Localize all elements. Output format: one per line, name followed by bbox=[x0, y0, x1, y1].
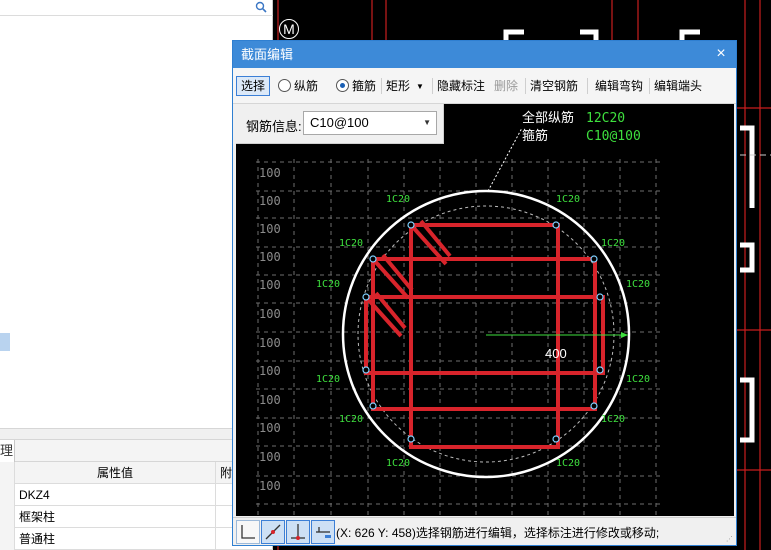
property-value[interactable]: DKZ4 bbox=[15, 484, 216, 506]
grid-spacing-label: 100 bbox=[259, 194, 281, 208]
edit-hook-button[interactable]: 编辑弯钩 bbox=[595, 76, 643, 96]
dialog-toolbar: 选择 纵筋 箍筋 矩形 ▼ 隐藏标注 删除 清空钢筋 编辑弯钩 编辑端头 bbox=[233, 68, 736, 104]
bar-label[interactable]: 1C20 bbox=[556, 194, 580, 205]
shape-dropdown[interactable]: 矩形 ▼ bbox=[386, 76, 424, 96]
section-drawing-canvas[interactable]: 100 100 100 100 100 100 100 100 100 100 100 100 bbox=[236, 104, 734, 516]
snap-perpendicular-icon[interactable] bbox=[286, 520, 310, 544]
grid-spacing-label: 100 bbox=[259, 250, 281, 264]
property-tab[interactable]: 理 bbox=[0, 440, 15, 462]
radio-checked-icon bbox=[336, 79, 349, 92]
close-icon[interactable]: × bbox=[712, 45, 730, 63]
stirrup-text-value[interactable]: C10@100 bbox=[586, 129, 641, 144]
longitudinal-radio[interactable]: 纵筋 bbox=[278, 76, 318, 96]
delete-button[interactable]: 删除 bbox=[494, 76, 518, 96]
search-icon[interactable] bbox=[255, 1, 267, 13]
grid-spacing-label: 100 bbox=[259, 364, 281, 378]
grid-spacing-label: 100 bbox=[259, 479, 281, 493]
hide-label-button[interactable]: 隐藏标注 bbox=[437, 76, 485, 96]
bar-label[interactable]: 1C20 bbox=[386, 458, 410, 469]
axis-marker-m: M bbox=[279, 19, 299, 39]
header-cell-value: 属性值 bbox=[15, 462, 216, 484]
grid-spacing-label: 100 bbox=[259, 393, 281, 407]
stirrup-text-label: 箍筋 bbox=[522, 128, 548, 143]
header-cell-index bbox=[0, 462, 15, 484]
radio-icon bbox=[278, 79, 291, 92]
caret-down-icon: ▼ bbox=[416, 82, 424, 91]
edit-end-button[interactable]: 编辑端头 bbox=[654, 76, 702, 96]
longitudinal-bar[interactable] bbox=[407, 435, 415, 443]
section-drawing[interactable]: 100 100 100 100 100 100 100 100 100 100 100 100 400… bbox=[236, 104, 734, 516]
longitudinal-bar[interactable] bbox=[596, 366, 604, 374]
stirrup-group[interactable] bbox=[364, 219, 605, 449]
longitudinal-bar[interactable] bbox=[552, 221, 560, 229]
rebar-info-panel: 钢筋信息: C10@100 ▼ bbox=[236, 104, 444, 144]
column-outline[interactable] bbox=[341, 189, 631, 479]
bar-label[interactable]: 1C20 bbox=[556, 458, 580, 469]
grid-spacing-label: 100 bbox=[259, 450, 281, 464]
all-longitudinal-value[interactable]: 12C20 bbox=[586, 111, 625, 126]
bar-label[interactable]: 1C20 bbox=[626, 374, 650, 385]
bar-label[interactable]: 1C20 bbox=[626, 279, 650, 290]
longitudinal-bar[interactable] bbox=[590, 402, 598, 410]
property-value[interactable]: 框架柱 bbox=[15, 506, 216, 528]
stirrup-radio[interactable]: 箍筋 bbox=[336, 76, 376, 96]
bar-label[interactable]: 1C20 bbox=[316, 374, 340, 385]
section-edit-dialog: 截面编辑 × 选择 纵筋 箍筋 矩形 ▼ 隐藏标注 删除 清空钢筋 编辑弯钩 编辑… bbox=[232, 40, 737, 546]
dialog-title: 截面编辑 bbox=[233, 41, 736, 68]
all-longitudinal-label: 全部纵筋 bbox=[522, 110, 574, 125]
longitudinal-bar[interactable] bbox=[369, 402, 377, 410]
snap-extension-icon[interactable] bbox=[311, 520, 335, 544]
bar-label[interactable]: 1C20 bbox=[316, 279, 340, 290]
bar-label[interactable]: 1C20 bbox=[339, 414, 363, 425]
caret-down-icon: ▼ bbox=[423, 118, 431, 127]
longitudinal-bar[interactable] bbox=[362, 366, 370, 374]
longitudinal-bar[interactable] bbox=[369, 255, 377, 263]
longitudinal-bar[interactable] bbox=[407, 221, 415, 229]
bar-label[interactable]: 1C20 bbox=[339, 238, 363, 249]
grid-spacing-label: 100 bbox=[259, 166, 281, 180]
longitudinal-bar[interactable] bbox=[596, 293, 604, 301]
status-text: (X: 626 Y: 458)选择钢筋进行编辑，选择标注进行修改或移动; bbox=[336, 526, 660, 540]
grid-spacing-label: 100 bbox=[259, 278, 281, 292]
ortho-icon[interactable] bbox=[236, 520, 260, 544]
longitudinal-bar[interactable] bbox=[552, 435, 560, 443]
grid-spacing-label: 100 bbox=[259, 336, 281, 350]
bar-label[interactable]: 1C20 bbox=[601, 238, 625, 249]
resize-grip-icon[interactable]: ⋰ bbox=[726, 535, 734, 543]
longitudinal-bar[interactable] bbox=[590, 255, 598, 263]
clear-rebar-button[interactable]: 清空钢筋 bbox=[530, 76, 578, 96]
bar-label[interactable]: 1C20 bbox=[601, 414, 625, 425]
property-value[interactable]: 普通柱 bbox=[15, 528, 216, 550]
bar-label[interactable]: 1C20 bbox=[386, 194, 410, 205]
grid-spacing-label: 100 bbox=[259, 421, 281, 435]
longitudinal-bar[interactable] bbox=[362, 293, 370, 301]
rebar-info-select[interactable]: C10@100 ▼ bbox=[303, 111, 437, 135]
rebar-info-label: 钢筋信息: bbox=[246, 119, 302, 134]
tree-selected-row[interactable] bbox=[0, 333, 10, 351]
dimension-label[interactable]: 400 bbox=[545, 346, 567, 361]
search-box[interactable] bbox=[0, 0, 273, 16]
grid-spacing-label: 100 bbox=[259, 307, 281, 321]
snap-diagonal-icon[interactable] bbox=[261, 520, 285, 544]
grid-spacing-label: 100 bbox=[259, 222, 281, 236]
select-button[interactable]: 选择 bbox=[236, 76, 271, 96]
status-bar: (X: 626 Y: 458)选择钢筋进行编辑，选择标注进行修改或移动; ⋰ bbox=[233, 517, 736, 545]
